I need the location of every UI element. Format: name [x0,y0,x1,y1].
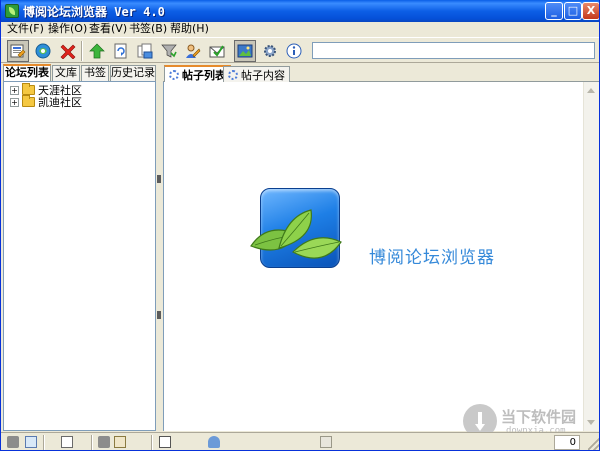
right-tab-strip: 帖子列表 帖子内容 [163,65,599,83]
resize-grip-icon[interactable] [588,438,599,450]
tab-gear-icon [169,70,179,80]
title-bar[interactable]: 博阅论坛浏览器 Ver 4.0 _ □ X [1,0,599,22]
refresh-icon [113,43,129,59]
menu-operate[interactable]: 操作(O) [48,22,87,36]
view-picture-icon [237,43,253,59]
status-bar: 0 [1,432,599,450]
menu-help[interactable]: 帮助(H) [170,22,209,36]
app-window: 博阅论坛浏览器 Ver 4.0 _ □ X 文件(F) 操作(O) 查看(V) … [0,0,600,451]
status-list-icon [61,436,73,448]
filter-button[interactable] [158,40,180,62]
tab-post-content[interactable]: 帖子内容 [223,66,290,82]
tab-post-list-label: 帖子列表 [182,69,226,82]
tab-history[interactable]: 历史记录 [110,65,156,81]
mail-button[interactable] [206,40,228,62]
status-new-icon [159,436,171,448]
status-indicator-icon [7,436,19,448]
stop-icon [60,43,76,60]
status-indicator-icon [98,436,110,448]
expand-plus-icon[interactable]: + [10,97,19,107]
tab-post-list[interactable]: 帖子列表 [164,65,231,83]
user-button[interactable] [182,40,204,62]
about-button[interactable] [283,40,305,62]
status-user-icon [114,436,126,448]
folder-icon [22,95,35,107]
close-button[interactable]: X [582,2,599,20]
status-progress-icon [320,436,332,448]
tab-gear-icon [228,69,238,80]
status-page-icon [25,436,37,448]
settings-button[interactable] [259,40,281,62]
scroll-down-icon[interactable] [587,420,595,425]
brand-name: 博阅论坛浏览器 [369,248,495,268]
scroll-up-icon[interactable] [587,88,595,93]
tab-bookmarks[interactable]: 书签 [81,65,109,81]
toolbar-separator [81,41,83,61]
minimize-button[interactable]: _ [545,2,563,20]
collapse-left-arrow-icon[interactable] [157,175,161,183]
save-pages-icon [137,43,153,59]
pane-splitter[interactable] [156,65,162,431]
address-input[interactable] [312,42,595,59]
tab-post-content-label: 帖子内容 [241,68,285,82]
status-separator [151,435,153,450]
app-logo-icon [5,4,19,18]
browse-icon [10,43,26,59]
tree-item[interactable]: + 凯迪社区 [10,95,82,109]
collapse-right-arrow-icon[interactable] [157,311,161,319]
forum-tree-panel: + 天涯社区 + 凯迪社区 [3,81,156,431]
menu-file[interactable]: 文件(F) [7,22,44,36]
watermark-title: 当下软件园 [501,408,577,426]
vertical-scrollbar[interactable] [583,82,599,431]
window-title: 博阅论坛浏览器 Ver 4.0 [23,5,165,19]
view-button[interactable] [234,40,256,62]
mail-check-icon [209,43,225,59]
toolbar [1,37,599,63]
status-counter: 0 [554,435,580,450]
browse-button[interactable] [7,40,29,62]
user-edit-icon [185,43,201,59]
connect-button[interactable] [32,40,54,62]
menu-bar: 文件(F) 操作(O) 查看(V) 书签(B) 帮助(H) [1,22,599,36]
left-tab-strip: 论坛列表 文库 书签 历史记录 [3,64,157,82]
filter-icon [161,43,177,59]
maximize-button[interactable]: □ [564,2,582,20]
save-button[interactable] [134,40,156,62]
menu-bookmarks[interactable]: 书签(B) [129,22,167,36]
stop-button[interactable] [57,40,79,62]
status-separator [43,435,45,450]
tab-forum-list[interactable]: 论坛列表 [3,64,51,82]
gear-icon [262,43,278,59]
menu-view[interactable]: 查看(V) [89,22,127,36]
status-separator [91,435,93,450]
up-arrow-icon [89,43,105,59]
tree-item-label: 凯迪社区 [38,96,82,109]
tab-library[interactable]: 文库 [52,65,80,81]
refresh-button[interactable] [110,40,132,62]
info-icon [286,43,302,59]
status-person-icon [208,436,220,448]
expand-plus-icon[interactable]: + [10,85,19,95]
connect-icon [35,43,51,59]
leaves-logo-icon [250,209,342,259]
folder-icon [22,83,35,95]
up-button[interactable] [86,40,108,62]
